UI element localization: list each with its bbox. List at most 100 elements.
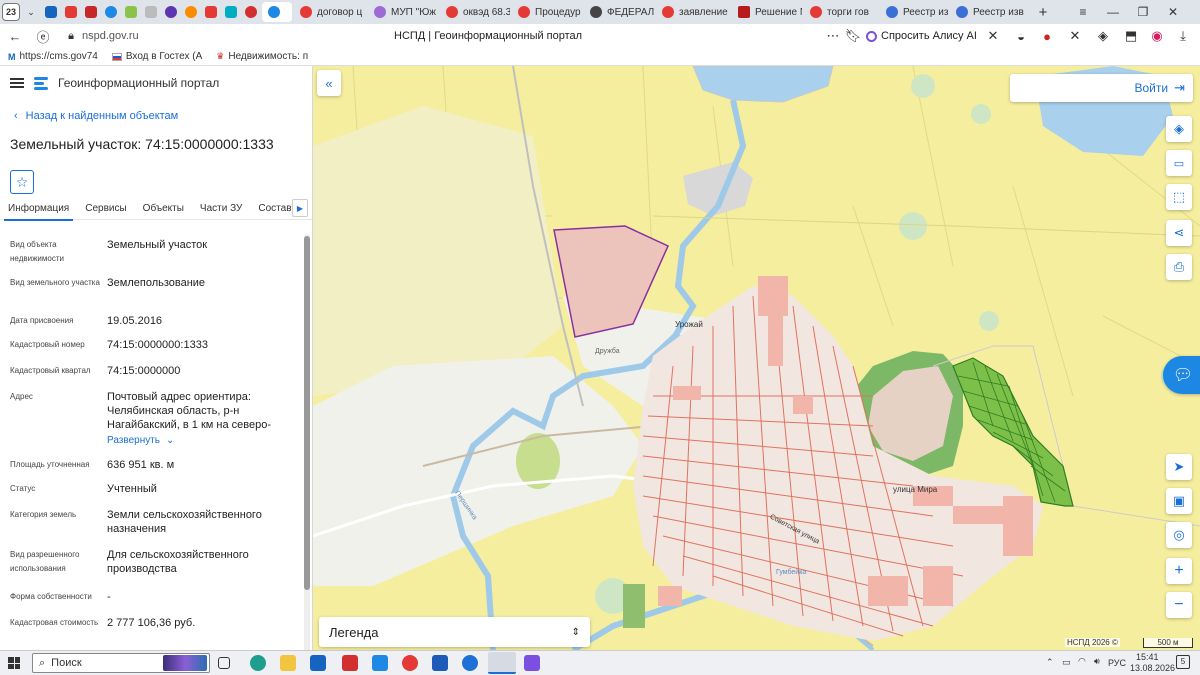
extension-hat-icon[interactable]: ◒ — [1010, 25, 1032, 47]
tray-wifi-icon[interactable]: ◠ — [1078, 656, 1086, 667]
bookmark-realty[interactable]: ♛ Недвижимость: п — [216, 51, 308, 62]
pinned-tab-mail[interactable] — [42, 3, 60, 21]
alice-button[interactable]: Спросить Алису AI — [866, 30, 977, 42]
extension-cross-icon[interactable]: ✕ — [982, 25, 1004, 47]
tab-count-badge[interactable]: 23 — [2, 3, 20, 21]
assistant-widget-button[interactable]: 💬︎ — [1163, 356, 1200, 394]
ruler-button[interactable]: ▭ — [1166, 150, 1192, 176]
tab-label: Реестр изв — [903, 6, 948, 18]
tray-volume-icon[interactable]: 🔊︎ — [1094, 656, 1100, 667]
tab-close-icon[interactable]: ✕ — [1031, 6, 1032, 19]
yandex-browser-active-icon[interactable] — [488, 652, 516, 674]
map-canvas[interactable] — [313, 66, 1200, 650]
mail-app-icon[interactable] — [372, 655, 388, 671]
menu-burger-icon[interactable] — [10, 78, 24, 88]
windows-start-icon[interactable] — [8, 657, 20, 669]
task-view-icon[interactable] — [218, 657, 230, 669]
locate-button[interactable]: ➤ — [1166, 454, 1192, 480]
yandex-app-icon[interactable] — [402, 655, 418, 671]
tabs-next-arrow-icon[interactable]: ▶ — [292, 199, 308, 217]
pinned-tab-docs[interactable] — [122, 3, 140, 21]
url-text[interactable]: nspd.gov.ru — [82, 30, 202, 42]
lock-icon[interactable]: 🔒︎ — [60, 25, 82, 47]
tab-parts[interactable]: Части ЗУ — [192, 198, 250, 220]
bookmark-icon[interactable]: 🔖︎ — [842, 25, 864, 47]
tab-5[interactable]: заявление — [656, 2, 730, 22]
login-button[interactable]: Войти ⇥ — [1010, 74, 1193, 102]
close-window-icon[interactable]: ✕ — [1160, 0, 1186, 24]
extension-tool-icon[interactable]: ✕ — [1064, 25, 1086, 47]
pinned-tab-purple[interactable] — [162, 3, 180, 21]
bookmark-cms[interactable]: Mhttps://cms.gov74 — [8, 51, 98, 62]
minimize-icon[interactable]: — — [1100, 0, 1126, 24]
tab-objects[interactable]: Объекты — [135, 198, 192, 220]
tray-language[interactable]: РУС — [1108, 658, 1126, 668]
tab-3[interactable]: Процедур — [512, 2, 582, 22]
tray-network-icon[interactable]: ▭ — [1062, 657, 1071, 668]
chrome-like-app-icon[interactable] — [462, 655, 478, 671]
pinned-tab-orange[interactable] — [182, 3, 200, 21]
tab-0[interactable]: договор ц — [294, 2, 366, 22]
pinned-tab-teal[interactable] — [222, 3, 240, 21]
favorite-star-button[interactable]: ☆ — [10, 170, 34, 194]
layers-button[interactable]: ◈ — [1166, 116, 1192, 142]
profile-icon[interactable]: ◉ — [1146, 25, 1168, 47]
tab-8[interactable]: Реестр изв — [880, 2, 948, 22]
pinned-tab-gear[interactable] — [102, 3, 120, 21]
map-view[interactable]: Урожай Дружба улица Мира Советская улица… — [313, 66, 1200, 650]
new-tab-plus-icon[interactable]: + — [1034, 3, 1052, 21]
legend-panel[interactable]: Легенда ⇕ — [319, 617, 590, 647]
tray-chevron-icon[interactable]: ⌃ — [1046, 657, 1054, 668]
tab-active[interactable] — [262, 2, 292, 22]
tab-label: договор ц — [317, 6, 363, 18]
bookmark-gostekh[interactable]: Вход в Гостех (А — [111, 51, 202, 62]
collapse-panel-button[interactable]: « — [317, 70, 341, 96]
tab-4[interactable]: ФЕДЕРАЛ — [584, 2, 654, 22]
restore-icon[interactable]: ❐ — [1130, 0, 1156, 24]
window-menu-icon[interactable]: ≡ — [1070, 0, 1096, 24]
tab-services[interactable]: Сервисы — [77, 198, 134, 220]
word-app-icon[interactable] — [432, 655, 448, 671]
tab-list-chevron-icon[interactable]: ⌄ — [22, 3, 40, 21]
store-icon[interactable] — [310, 655, 326, 671]
print-button[interactable]: ⎙ — [1166, 254, 1192, 280]
yandex-icon[interactable]: ⓔ — [32, 25, 54, 47]
pinned-tab-service[interactable] — [82, 3, 100, 21]
zoom-in-button[interactable]: + — [1166, 558, 1192, 584]
purple-app-icon[interactable] — [524, 655, 540, 671]
scrollbar-thumb[interactable] — [304, 236, 310, 590]
back-to-results-link[interactable]: ‹ Назад к найденным объектам — [0, 100, 312, 132]
pinned-tab-red[interactable] — [242, 3, 260, 21]
extensions-puzzle-icon[interactable]: ◈ — [1092, 25, 1114, 47]
tab-7[interactable]: торги гов — [804, 2, 878, 22]
tab-1[interactable]: МУП "Юж — [368, 2, 438, 22]
search-place-button[interactable]: ◎ — [1166, 522, 1192, 548]
tray-time[interactable]: 15:41 — [1136, 652, 1159, 662]
tab-information[interactable]: Информация — [0, 198, 77, 221]
file-explorer-icon[interactable] — [280, 655, 296, 671]
notification-center-icon[interactable]: 5 — [1176, 655, 1190, 669]
tray-date[interactable]: 13.08.2026 — [1130, 663, 1175, 673]
pinned-tab-gray[interactable] — [142, 3, 160, 21]
download-arrow-icon[interactable]: ⤓ — [1172, 25, 1194, 47]
more-dots-icon[interactable]: ⋯ — [822, 25, 844, 47]
tab-2[interactable]: оквэд 68.3 — [440, 2, 510, 22]
panel-scrollbar[interactable] — [304, 234, 310, 650]
tab-9[interactable]: Реестр изв ✕ — [950, 2, 1032, 22]
back-arrow-icon[interactable]: ← — [4, 25, 26, 47]
taskbar-search-box[interactable]: ⌕ Поиск — [32, 653, 210, 673]
select-area-button[interactable]: ⬚ — [1166, 184, 1192, 210]
tab-6[interactable]: Решение N — [732, 2, 802, 22]
pinned-tab-gmail[interactable] — [202, 3, 220, 21]
share-button[interactable]: ⋖ — [1166, 220, 1192, 246]
edge-browser-icon[interactable] — [250, 655, 266, 671]
zoom-out-button[interactable]: − — [1166, 592, 1192, 618]
expand-address-link[interactable]: Развернуть ⌄ — [107, 434, 297, 448]
downloads-icon[interactable]: ⬒ — [1120, 25, 1142, 47]
pinned-tab-maps[interactable] — [62, 3, 80, 21]
minimap-button[interactable]: ▣ — [1166, 488, 1192, 514]
extension-bug-icon[interactable]: ● — [1036, 25, 1058, 47]
minus-icon: − — [1174, 596, 1184, 613]
attr-label: Площадь уточненная — [10, 460, 90, 469]
gift-app-icon[interactable] — [342, 655, 358, 671]
